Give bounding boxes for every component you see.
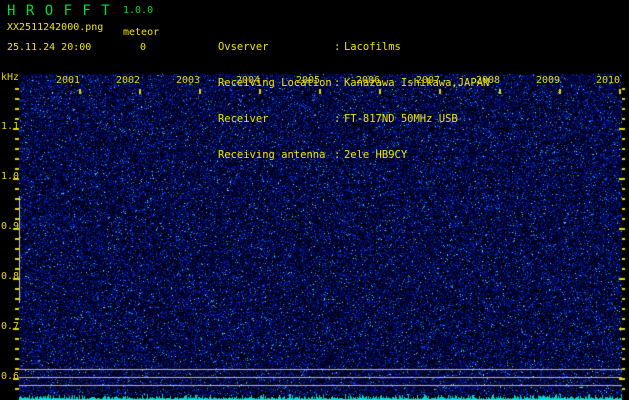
station-info: Ovserver: Lacofilms Receiving Location: Ka… — [180, 5, 489, 173]
info-colon: : — [333, 149, 341, 161]
info-row-location: Receiving Location: Kanazawa Ishikawa,JAP… — [180, 65, 489, 89]
freq-unit-label: kHz — [1, 72, 20, 83]
info-value: 2ele HB9CY — [343, 149, 408, 161]
info-colon: : — [333, 77, 341, 89]
hrofft-window: H R O F F T 1.0.0 XX2511242000.png meteo… — [0, 0, 629, 400]
time-tick-label: 2002 — [116, 75, 141, 86]
time-tick-label: 2009 — [536, 75, 561, 86]
time-tick-label: 2004 — [236, 75, 261, 86]
info-row-observer: Ovserver: Lacofilms — [180, 29, 489, 53]
freq-tick-label: 0.6 — [1, 371, 20, 382]
time-tick-label: 2001 — [56, 75, 81, 86]
freq-tick-label: 1.0 — [1, 171, 20, 182]
time-tick-label: 2010 — [596, 75, 621, 86]
time-tick-label: 2008 — [476, 75, 501, 86]
mode-label: meteor — [123, 27, 160, 38]
output-filename: XX2511242000.png — [7, 22, 104, 33]
info-label: Ovserver — [217, 41, 269, 53]
info-colon: : — [333, 41, 341, 53]
info-value: Lacofilms — [343, 41, 401, 53]
freq-tick-label: 1.1 — [1, 121, 20, 132]
time-tick-label: 2007 — [416, 75, 441, 86]
info-row-antenna: Receiving antenna:2ele HB9CY — [180, 137, 489, 161]
time-tick-label: 2003 — [176, 75, 201, 86]
freq-tick-label: 0.9 — [1, 221, 20, 232]
info-colon: : — [333, 113, 341, 125]
info-row-receiver: Receiver: FT-817ND 50MHz USB — [180, 101, 489, 125]
time-tick-label: 2006 — [356, 75, 381, 86]
info-label: Receiving antenna — [217, 149, 326, 161]
info-label: Receiver — [217, 113, 269, 125]
meteor-count: 0 — [140, 42, 147, 53]
datetime-label: 25.11.24 20:00 — [7, 42, 92, 53]
freq-tick-label: 0.7 — [1, 321, 20, 332]
app-version: 1.0.0 — [123, 5, 154, 16]
info-value: FT-817ND 50MHz USB — [343, 113, 458, 125]
time-tick-label: 2005 — [296, 75, 321, 86]
freq-tick-label: 0.8 — [1, 271, 20, 282]
app-title: H R O F F T — [7, 3, 111, 19]
